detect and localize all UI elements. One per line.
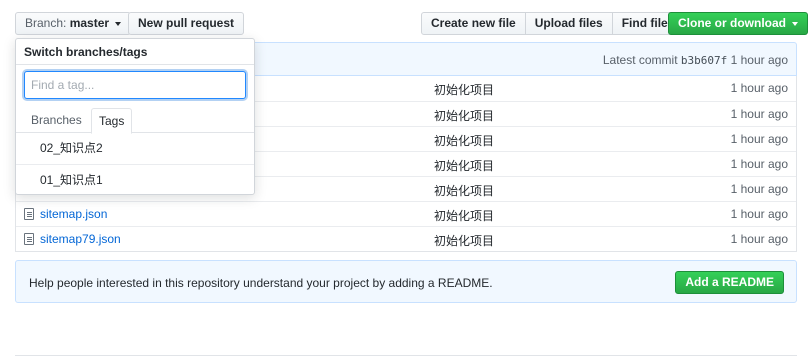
clone-or-download-button[interactable]: Clone or download [668, 12, 809, 35]
commit-message-link[interactable]: 初始化项目 [434, 132, 494, 149]
commit-sha-link[interactable]: b3b607f [681, 54, 727, 67]
file-age: 1 hour ago [730, 81, 788, 95]
readme-prompt-text: Help people interested in this repositor… [29, 276, 493, 290]
dropdown-tabs: Branches Tags [16, 108, 254, 134]
tag-item[interactable]: 02_知识点2 [16, 133, 254, 164]
readme-prompt-banner: Help people interested in this repositor… [15, 260, 797, 303]
caret-down-icon [115, 21, 122, 26]
commit-message-link[interactable]: 初始化项目 [434, 81, 494, 98]
tab-tags[interactable]: Tags [91, 108, 133, 134]
latest-commit-info: Latest commit b3b607f 1 hour ago [603, 53, 788, 67]
file-age: 1 hour ago [730, 207, 788, 221]
latest-commit-prefix: Latest commit [602, 53, 678, 67]
file-icon [24, 208, 34, 220]
commit-message-link[interactable]: 初始化项目 [434, 232, 494, 249]
caret-down-icon [792, 21, 799, 26]
commit-age: 1 hour ago [730, 53, 788, 67]
upload-files-button[interactable]: Upload files [524, 12, 613, 35]
file-age: 1 hour ago [730, 132, 788, 146]
branch-tag-dropdown: Switch branches/tags Branches Tags 02_知识… [15, 38, 255, 195]
new-pull-request-button[interactable]: New pull request [128, 12, 245, 35]
tag-filter-input[interactable] [24, 71, 246, 99]
file-age: 1 hour ago [730, 107, 788, 121]
create-new-file-button[interactable]: Create new file [421, 12, 526, 35]
file-row: sitemap79.json 初始化项目 1 hour ago [16, 226, 796, 251]
commit-message-link[interactable]: 初始化项目 [434, 182, 494, 199]
file-age: 1 hour ago [730, 182, 788, 196]
file-name-link[interactable]: sitemap79.json [40, 232, 121, 246]
file-age: 1 hour ago [730, 157, 788, 171]
divider [15, 355, 797, 356]
file-name-link[interactable]: sitemap.json [40, 207, 107, 221]
branch-name: master [69, 16, 110, 30]
file-actions-group: Create new file Upload files Find file [421, 12, 678, 35]
clone-label: Clone or download [678, 16, 786, 30]
commit-message-link[interactable]: 初始化项目 [434, 157, 494, 174]
dropdown-title: Switch branches/tags [16, 39, 254, 65]
tag-item[interactable]: 01_知识点1 [16, 164, 254, 195]
commit-message-link[interactable]: 初始化项目 [434, 207, 494, 224]
file-row: sitemap.json 初始化项目 1 hour ago [16, 201, 796, 226]
branch-select-button[interactable]: Branch: master [15, 12, 132, 35]
file-icon [24, 233, 34, 245]
add-readme-button[interactable]: Add a README [675, 271, 784, 294]
branch-prefix: Branch: [25, 16, 67, 30]
commit-message-link[interactable]: 初始化项目 [434, 107, 494, 124]
tab-branches[interactable]: Branches [24, 108, 89, 133]
file-age: 1 hour ago [730, 232, 788, 246]
